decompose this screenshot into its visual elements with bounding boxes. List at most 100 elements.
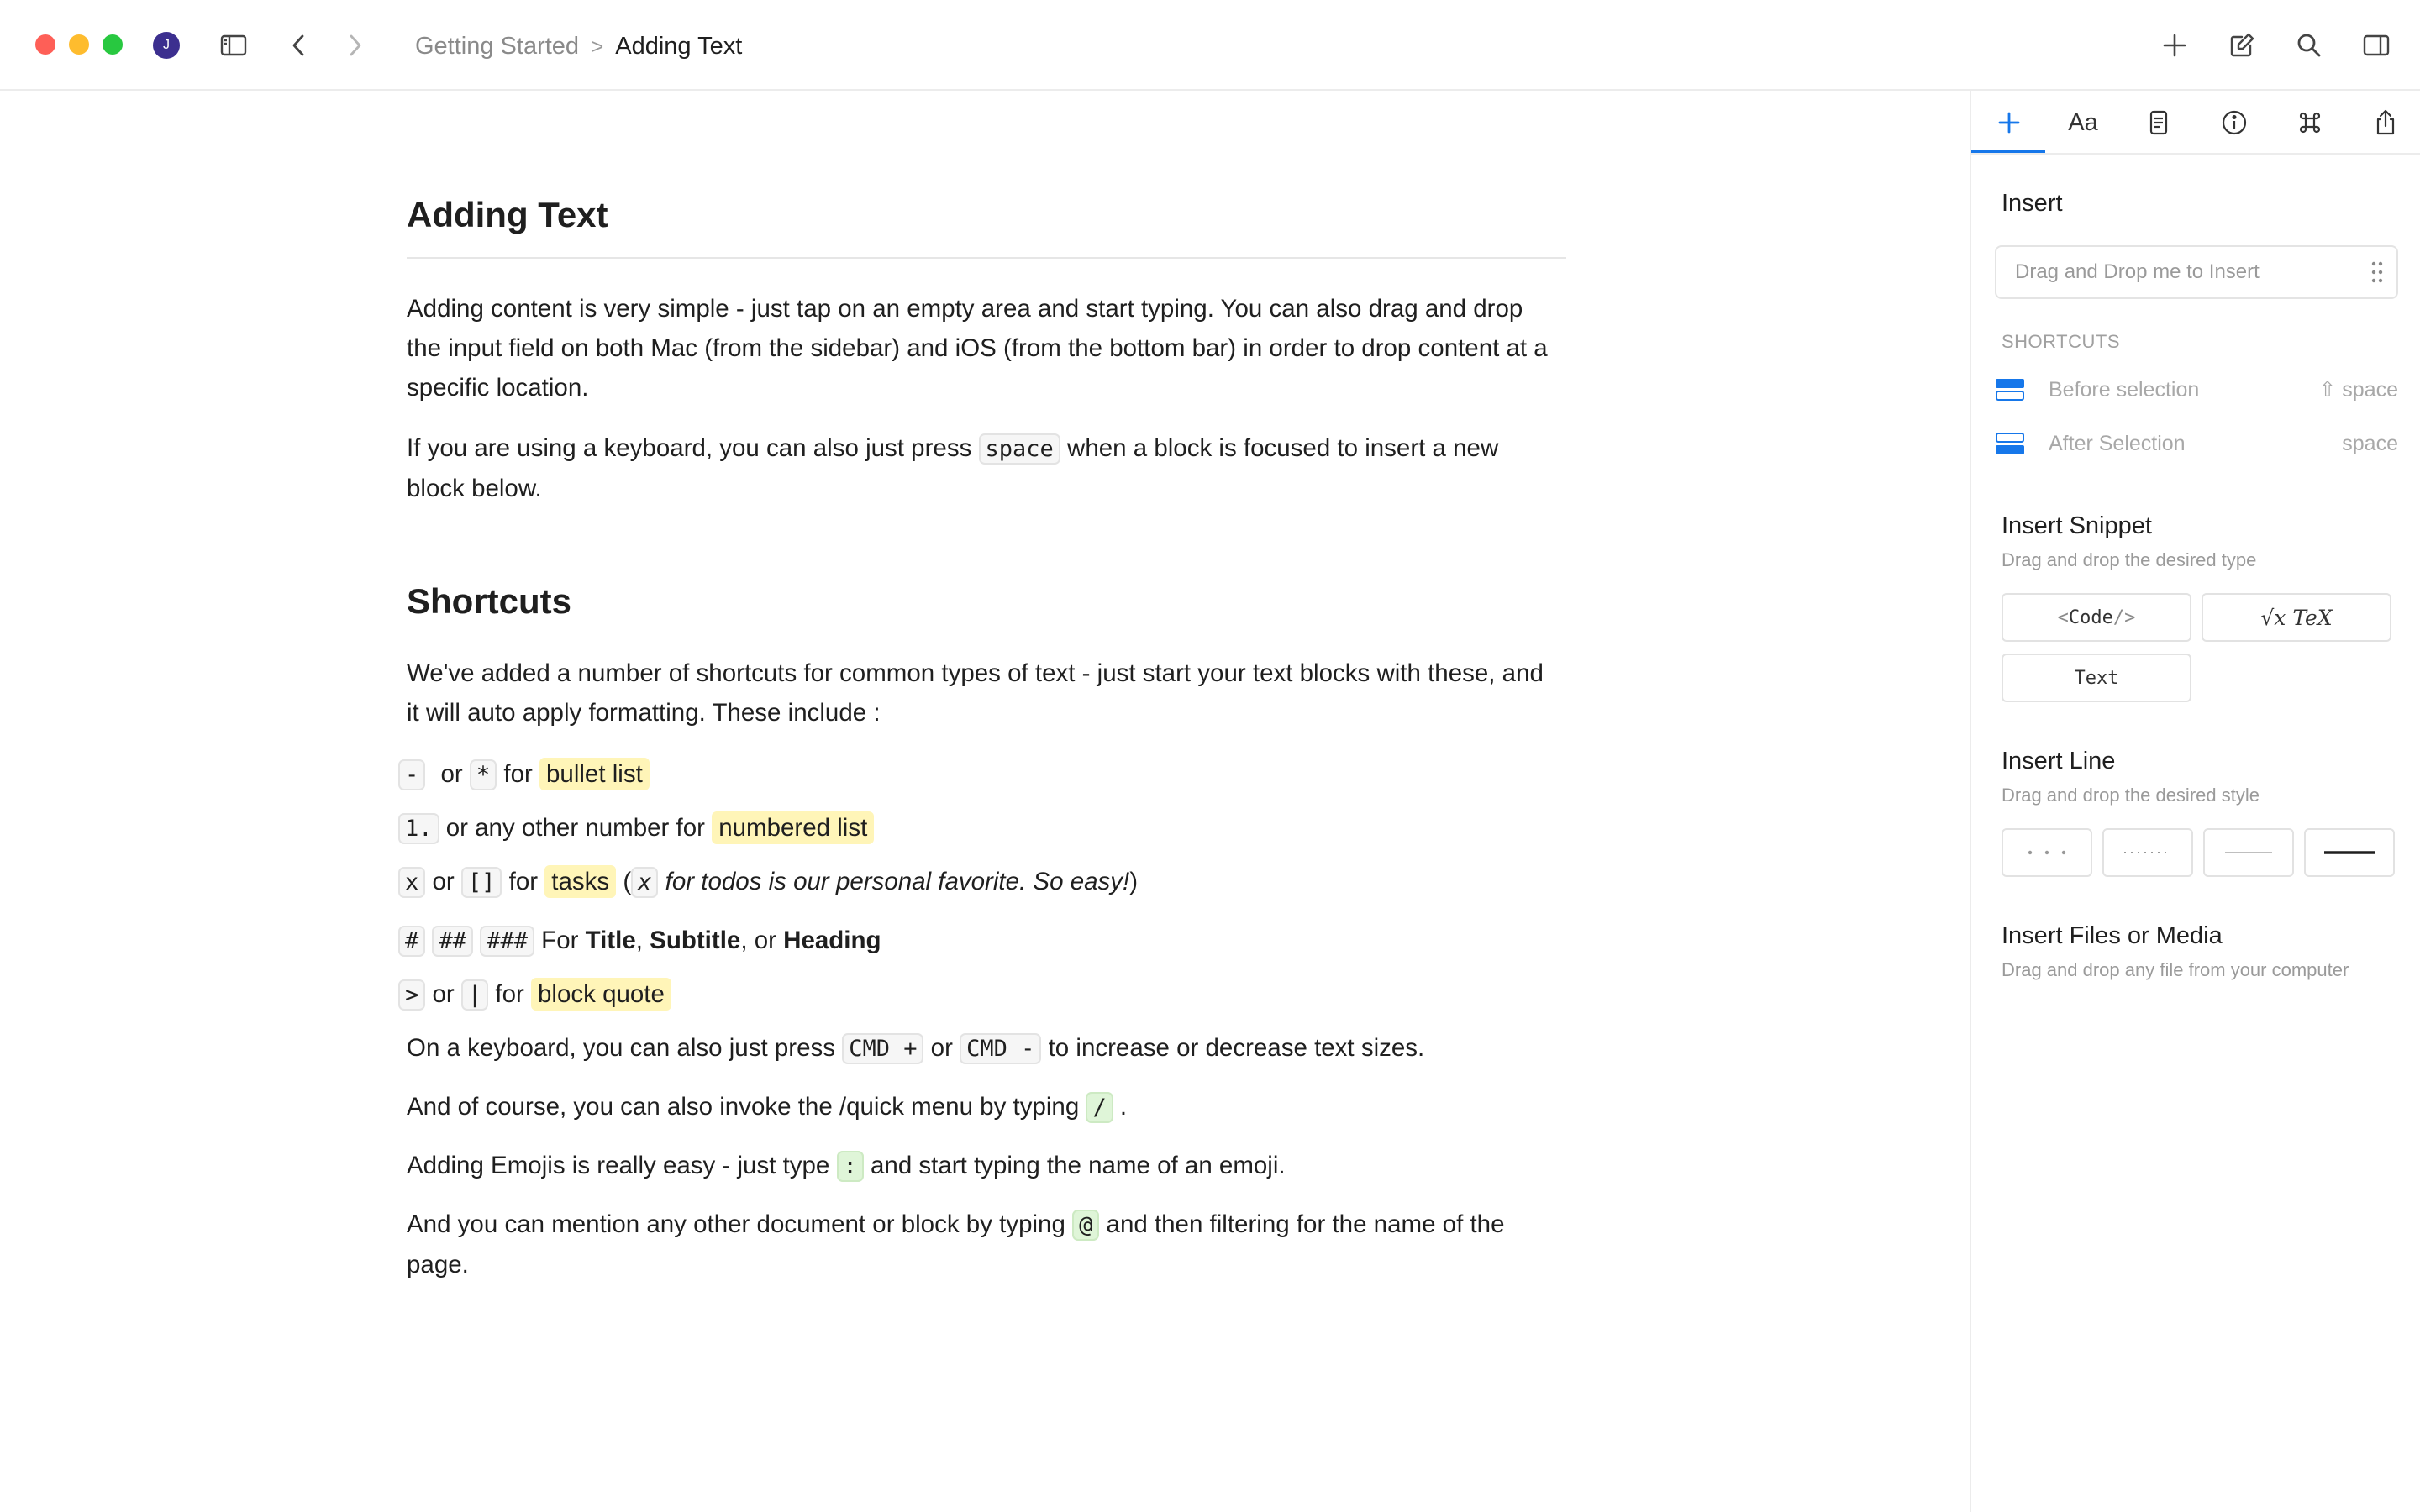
forward-chevron-icon[interactable] — [338, 29, 371, 62]
tab-insert[interactable] — [1980, 102, 2039, 143]
shortcut-after-selection[interactable]: After Selection space — [1995, 427, 2398, 460]
shortcut-key: ⇧ space — [2318, 378, 2398, 402]
paragraph-emoji[interactable]: Adding Emojis is really easy - just type… — [407, 1146, 1558, 1186]
text: and start typing the name of an emoji. — [871, 1152, 1286, 1179]
snippet-code[interactable]: < Code/> — [2002, 593, 2191, 642]
list-item-headings[interactable]: # ## ### For Title, Subtitle, or Heading — [398, 921, 881, 961]
list-item-tasks[interactable]: x or [] for tasks (x for todos is our pe… — [398, 862, 1138, 902]
right-panel-icon[interactable] — [2360, 29, 2393, 62]
text: Code — [2068, 606, 2113, 628]
active-tab-indicator — [1971, 150, 2045, 153]
highlight-block-quote: block quote — [531, 978, 671, 1011]
inline-code: : — [836, 1151, 864, 1182]
breadcrumb-separator: > — [591, 34, 604, 59]
highlight-numbered-list: numbered list — [712, 811, 875, 844]
insert-line-title: Insert Line — [2002, 748, 2116, 774]
drag-insert-field[interactable]: Drag and Drop me to Insert — [1995, 245, 2398, 299]
insert-snippet-subtitle: Drag and drop the desired type — [2002, 549, 2257, 570]
drag-handle-icon[interactable] — [2371, 260, 2383, 284]
text: to increase or decrease text sizes. — [1048, 1034, 1425, 1062]
thick-line-icon — [2324, 851, 2375, 854]
line-style-thick[interactable] — [2304, 828, 2395, 877]
shortcuts-caption: SHORTCUTS — [2002, 331, 2120, 352]
tab-format[interactable]: Aa — [2054, 102, 2112, 143]
inline-code: # — [398, 926, 426, 957]
list-item-numbered[interactable]: 1. or any other number for numbered list — [398, 808, 875, 848]
text: , or — [740, 927, 776, 954]
document-icon — [2149, 110, 2168, 135]
back-chevron-icon[interactable] — [282, 29, 316, 62]
inline-code: * — [469, 759, 497, 790]
highlight-bullet-list: bullet list — [539, 758, 650, 790]
line-style-dotted-wide[interactable] — [2002, 828, 2092, 877]
inline-code: 1. — [398, 813, 439, 844]
list-item-quote[interactable]: > or | for block quote — [398, 974, 671, 1015]
paragraph-text-sizes[interactable]: On a keyboard, you can also just press C… — [407, 1028, 1558, 1068]
thin-line-icon — [2225, 852, 2272, 853]
text: or — [432, 868, 455, 895]
plus-icon[interactable] — [2158, 29, 2191, 62]
avatar[interactable]: J — [153, 32, 180, 59]
snippet-tex[interactable]: √x TeX — [2202, 593, 2391, 642]
list-item-bullet[interactable]: - or * for bullet list — [398, 754, 650, 795]
line-style-dotted[interactable] — [2102, 828, 2193, 877]
text: for — [503, 760, 533, 788]
shortcuts-heading[interactable]: Shortcuts — [407, 581, 571, 622]
plus-icon — [1998, 112, 2020, 134]
shortcut-label: After Selection — [2049, 431, 2186, 455]
tab-shortcuts[interactable] — [2281, 102, 2339, 143]
inline-code: x — [631, 867, 659, 898]
text: And you can mention any other document o… — [407, 1210, 1065, 1238]
inline-code: x — [398, 867, 426, 898]
info-icon — [2222, 110, 2247, 135]
close-window-button[interactable] — [35, 34, 55, 55]
text: for — [508, 868, 539, 895]
page-title[interactable]: Adding Text — [407, 195, 1566, 259]
text: for — [495, 980, 524, 1008]
shortcuts-intro[interactable]: We've added a number of shortcuts for co… — [407, 654, 1558, 732]
text: or — [440, 760, 463, 788]
breadcrumb-parent[interactable]: Getting Started — [415, 30, 579, 62]
bold-text: Heading — [783, 927, 881, 954]
inline-code: ### — [480, 926, 534, 957]
insert-line-subtitle: Drag and drop the desired style — [2002, 785, 2260, 806]
inline-code: @ — [1072, 1210, 1100, 1241]
tab-share[interactable] — [2356, 102, 2415, 143]
text: ( — [623, 868, 632, 895]
inline-code: CMD - — [960, 1033, 1042, 1064]
inline-code: / — [1086, 1092, 1113, 1123]
text: < — [2057, 606, 2069, 628]
fine-dotted-line-icon — [2124, 852, 2171, 853]
text: ) — [1129, 868, 1139, 895]
minimize-window-button[interactable] — [69, 34, 89, 55]
inline-code: - — [398, 759, 426, 790]
share-icon — [2376, 109, 2395, 135]
intro-paragraph-1[interactable]: Adding content is very simple - just tap… — [407, 289, 1558, 407]
line-style-thin[interactable] — [2203, 828, 2294, 877]
intro-paragraph-2[interactable]: If you are using a keyboard, you can als… — [407, 428, 1558, 508]
tab-document[interactable] — [2129, 102, 2188, 143]
shortcut-before-selection[interactable]: Before selection ⇧ space — [1995, 373, 2398, 407]
snippet-text[interactable]: Text — [2002, 654, 2191, 702]
breadcrumb-current[interactable]: Adding Text — [615, 30, 742, 62]
bold-text: Title — [585, 927, 636, 954]
search-icon[interactable] — [2292, 29, 2326, 62]
paragraph-quick-menu[interactable]: And of course, you can also invoke the /… — [407, 1087, 1558, 1127]
inline-code: [] — [460, 867, 502, 898]
insert-placeholder: Drag and Drop me to Insert — [2015, 260, 2260, 283]
paragraph-mention[interactable]: And you can mention any other document o… — [407, 1205, 1558, 1284]
inline-code-space: space — [978, 433, 1060, 465]
tab-info[interactable] — [2205, 102, 2264, 143]
command-icon — [2299, 112, 2321, 134]
zoom-window-button[interactable] — [103, 34, 123, 55]
text: For — [541, 927, 579, 954]
inspector-panel: Aa Insert Drag and Drop me to Insert SHO… — [1970, 91, 2420, 1512]
sidebar-toggle-icon[interactable] — [217, 29, 250, 62]
insert-title: Insert — [2002, 190, 2063, 217]
compose-icon[interactable] — [2225, 29, 2259, 62]
dotted-line-icon — [2028, 850, 2066, 855]
inline-code: | — [460, 979, 489, 1011]
text: On a keyboard, you can also just press — [407, 1034, 835, 1062]
text: Adding Emojis is really easy - just type — [407, 1152, 830, 1179]
inline-code: > — [398, 979, 426, 1011]
